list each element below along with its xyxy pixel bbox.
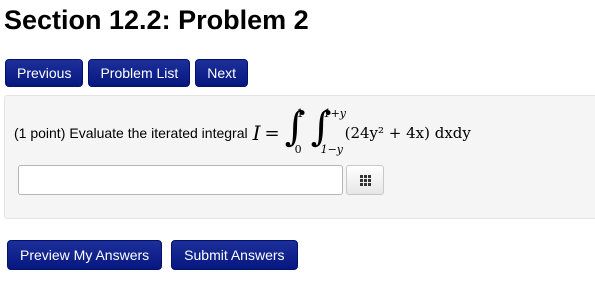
- problem-nav: Previous Problem List Next: [5, 59, 249, 87]
- inner-lower-limit: 1−y: [320, 143, 344, 156]
- outer-upper-limit: 1: [296, 107, 304, 120]
- inner-integral: ∫ 1+y 1−y: [311, 104, 347, 156]
- math-palette-button[interactable]: [346, 165, 384, 195]
- preview-answers-button[interactable]: Preview My Answers: [7, 240, 163, 270]
- answer-row: [18, 165, 384, 195]
- math-equals: =: [264, 122, 280, 144]
- outer-integral: ∫ 1 0: [285, 104, 311, 156]
- outer-lower-limit: 0: [294, 143, 302, 156]
- problem-text: Evaluate the iterated integral: [69, 125, 248, 141]
- answer-input[interactable]: [18, 165, 343, 195]
- integrand: (24y² + 4x) dxdy: [345, 124, 471, 142]
- previous-button[interactable]: Previous: [5, 59, 84, 87]
- inner-upper-limit: 1+y: [323, 107, 347, 120]
- answer-actions: Preview My Answers Submit Answers: [7, 240, 298, 270]
- page-title: Section 12.2: Problem 2: [4, 5, 309, 35]
- next-button[interactable]: Next: [195, 59, 249, 87]
- integrand-text: (24y² + 4x) dxdy: [344, 124, 471, 142]
- problem-statement: (1 point) Evaluate the iterated integral…: [14, 104, 471, 156]
- math-variable: I: [252, 121, 261, 145]
- grid-icon: [359, 174, 371, 186]
- point-value: (1 point): [14, 125, 66, 141]
- problem-panel: (1 point) Evaluate the iterated integral…: [4, 95, 595, 219]
- submit-answers-button[interactable]: Submit Answers: [171, 240, 298, 270]
- integral-expression: I = ∫ 1 0 ∫ 1+y 1−y (24y² + 4x) dxdy: [252, 104, 471, 156]
- problem-list-button[interactable]: Problem List: [88, 59, 191, 87]
